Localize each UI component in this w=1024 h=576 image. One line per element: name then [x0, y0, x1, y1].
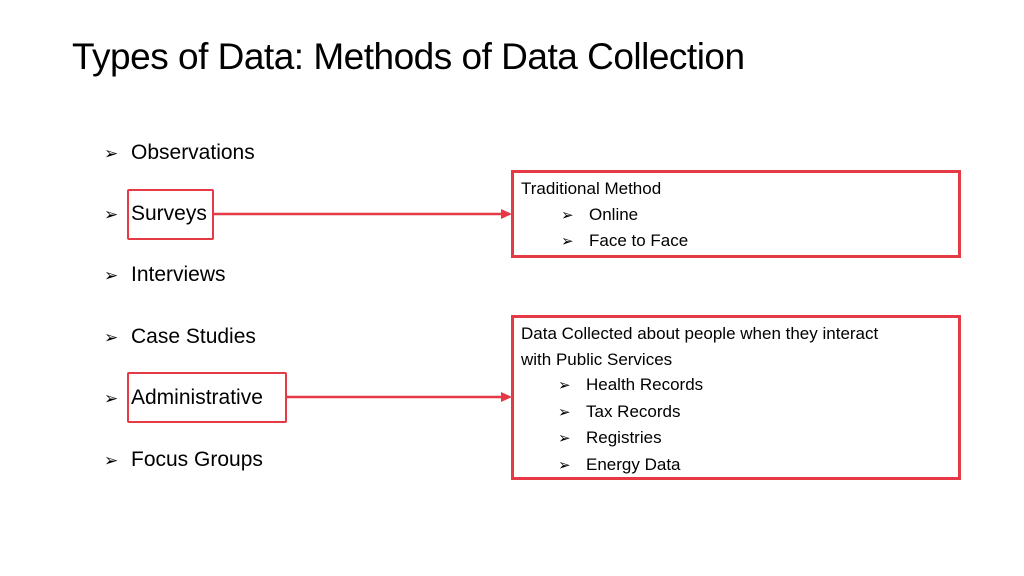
item-label: Registries [586, 428, 662, 447]
administrative-box-heading-line2: with Public Services [521, 349, 673, 369]
administrative-box-item: ➢ Health Records [521, 372, 958, 399]
arrow-bullet-icon: ➢ [558, 403, 571, 421]
administrative-box-item: ➢ Registries [521, 425, 958, 452]
surveys-box-heading: Traditional Method [521, 179, 662, 198]
arrow-bullet-icon: ➢ [558, 377, 571, 394]
administrative-box-item: ➢ Tax Records [521, 399, 958, 426]
surveys-box-item: ➢ Online [521, 202, 958, 229]
item-label: Health Records [586, 375, 704, 394]
arrow-bullet-icon: ➢ [561, 206, 574, 224]
item-label: Energy Data [586, 454, 681, 474]
arrow-bullet-icon: ➢ [558, 456, 571, 474]
surveys-box-item: ➢ Face to Face [521, 228, 958, 255]
administrative-box-item: ➢ Energy Data [521, 452, 958, 479]
connector-arrows [213, 209, 512, 402]
surveys-detail-box: Traditional Method ➢ Online ➢ Face to Face [511, 170, 961, 258]
item-label: Face to Face [589, 231, 689, 250]
administrative-box-heading-line1: Data Collected about people when they in… [521, 324, 879, 343]
arrow-bullet-icon: ➢ [561, 233, 574, 250]
administrative-detail-box: Data Collected about people when they in… [511, 315, 961, 480]
item-label: Tax Records [586, 401, 681, 421]
arrow-bullet-icon: ➢ [558, 430, 571, 447]
item-label: Online [589, 204, 639, 224]
